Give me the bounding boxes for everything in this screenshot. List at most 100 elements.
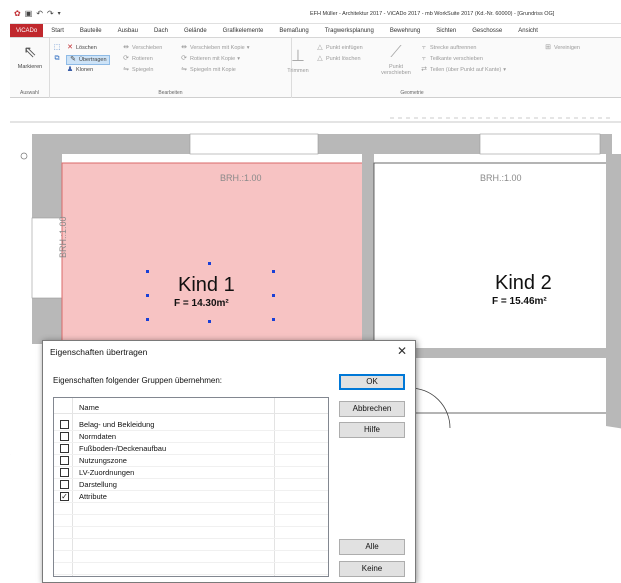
ribbon-tabs: ViCADo Start Bauteile Ausbau Dach Geländ… (10, 24, 621, 38)
wall-interior (362, 154, 374, 354)
ok-button[interactable]: OK (339, 374, 405, 390)
delete-point-icon: △ (317, 55, 323, 62)
checkbox-nutzungszone[interactable] (60, 456, 69, 465)
rotate-copy-icon: ⟳ (181, 55, 187, 62)
verschieben-button[interactable]: ⇹ Verschieben (122, 44, 162, 52)
punkt-einfuegen-button[interactable]: △ Punkt einfügen (316, 44, 362, 52)
rotate-icon: ⟳ (123, 55, 129, 62)
checkbox-darstellung[interactable] (60, 480, 69, 489)
list-item[interactable]: LV-Zuordnungen (54, 467, 328, 479)
screenshot-stage: ✿ ▣ ↶ ↷ ▾ EFH Müller - Architektur 2017 … (0, 0, 621, 583)
ribbon-group-auswahl: ⇖ Markieren Auswahl (10, 38, 50, 98)
merge-icon: ⊞ (545, 44, 551, 51)
mirror-copy-icon: ⇋ (181, 66, 187, 73)
spiegeln-button[interactable]: ⇋ Spiegeln (122, 66, 153, 74)
keine-button[interactable]: Keine (339, 561, 405, 577)
tab-ansicht[interactable]: Ansicht (510, 24, 546, 37)
dialog-title: Eigenschaften übertragen (50, 347, 148, 357)
clone-icon: ♟ (66, 66, 74, 73)
uebertragen-button[interactable]: ✎ Übertragen (66, 55, 110, 65)
dialog-caption: Eigenschaften folgender Gruppen übernehm… (53, 376, 223, 385)
save-icon[interactable]: ▣ (25, 9, 33, 19)
cursor-arrow-icon: ⇖ (23, 44, 37, 61)
divide-icon: ⇄ (421, 66, 427, 73)
list-item-empty (54, 551, 328, 563)
checkbox-attribute[interactable]: ✓ (60, 492, 69, 501)
vereinigen-button[interactable]: ⊞ Vereinigen (544, 44, 580, 52)
insert-point-icon: △ (317, 44, 323, 51)
tab-vicado[interactable]: ViCADo (10, 24, 44, 37)
rotieren-kopie-button[interactable]: ⟳ Rotieren mit Kopie ▾ (180, 55, 240, 63)
verschieben-kopie-button[interactable]: ⇹ Verschieben mit Kopie ▾ (180, 44, 249, 52)
checkbox-lv-zuordnungen[interactable] (60, 468, 69, 477)
loeschen-button[interactable]: ✕ Löschen (66, 44, 97, 52)
list-item[interactable]: Darstellung (54, 479, 328, 491)
window-opening-top-right (479, 133, 601, 155)
spiegeln-kopie-button[interactable]: ⇋ Spiegeln mit Kopie (180, 66, 236, 74)
abbrechen-button[interactable]: Abbrechen (339, 401, 405, 417)
list-item-empty (54, 515, 328, 527)
split-line-icon: ⫟ (421, 44, 427, 51)
tab-bemassung[interactable]: Bemaßung (271, 24, 316, 37)
list-item[interactable]: ✓ Attribute (54, 491, 328, 503)
list-item-empty (54, 527, 328, 539)
select-extra-icon[interactable]: ⬚ (53, 44, 61, 52)
list-item-empty (54, 563, 328, 575)
ribbon: ⇖ Markieren Auswahl ⬚ ⧉ ✕ Löschen ✎ Übertr… (10, 38, 621, 98)
hilfe-button[interactable]: Hilfe (339, 422, 405, 438)
ribbon-group-geometrie: ⊥ Trimmen △ Punkt einfügen △ Punkt löschen… (287, 38, 621, 98)
teilkante-verschieben-button[interactable]: ⫟ Teilkante verschieben (420, 55, 483, 63)
eigenschaften-uebertragen-dialog: Eigenschaften übertragen ✕ Eigenschaften… (42, 340, 416, 583)
brh-label-kind-1-side: BRH.:1.00 (58, 216, 68, 258)
list-item[interactable]: Nutzungszone (54, 455, 328, 467)
tab-sichten[interactable]: Sichten (428, 24, 464, 37)
ribbon-group-bearbeiten: ⬚ ⧉ ✕ Löschen ✎ Übertragen ♟ Klonen ⇹ Versch… (50, 38, 292, 98)
punkt-verschieben-button[interactable]: ⟋ Punkt verschieben (376, 44, 416, 76)
klonen-button[interactable]: ♟ Klonen (66, 66, 93, 74)
tab-grafikelemente[interactable]: Grafikelemente (215, 24, 272, 37)
customize-dropdown-icon[interactable]: ▾ (58, 9, 61, 19)
tab-bewehrung[interactable]: Bewehrung (382, 24, 428, 37)
select-lasso-icon[interactable]: ⧉ (53, 55, 61, 63)
list-header[interactable]: Name (54, 398, 328, 414)
tab-tragwerksplanung[interactable]: Tragwerksplanung (317, 24, 382, 37)
checkbox-fussboden[interactable] (60, 444, 69, 453)
trim-icon: ⊥ (291, 48, 305, 65)
tab-start[interactable]: Start (43, 24, 72, 37)
checkbox-normdaten[interactable] (60, 432, 69, 441)
app-logo-icon: ✿ (14, 9, 21, 18)
punkt-loeschen-button[interactable]: △ Punkt löschen (316, 55, 360, 63)
move-edge-icon: ⫟ (421, 55, 427, 62)
tab-geschosse[interactable]: Geschosse (464, 24, 510, 37)
window-opening-top-left (189, 133, 319, 155)
property-group-list[interactable]: Name Belag- und Bekleidung Normdaten Fuß… (53, 397, 329, 577)
tab-gelaende[interactable]: Gelände (176, 24, 215, 37)
trimmen-button[interactable]: ⊥ Trimmen (282, 48, 314, 74)
room-name-kind-2[interactable]: Kind 2 (495, 272, 552, 295)
markieren-button[interactable]: ⇖ Markieren (12, 44, 48, 70)
room-name-kind-1[interactable]: Kind 1 (178, 274, 235, 297)
strecke-auftrennen-button[interactable]: ⫟ Strecke auftrennen (420, 44, 477, 52)
list-item-empty (54, 503, 328, 515)
redo-icon[interactable]: ↷ (47, 9, 54, 19)
room-area-kind-2[interactable]: F = 15.46m² (492, 296, 547, 307)
teilen-button[interactable]: ⇄ Teilen (über Punkt auf Kante) ▾ (420, 66, 506, 74)
rotieren-button[interactable]: ⟳ Rotieren (122, 55, 153, 63)
tab-dach[interactable]: Dach (146, 24, 176, 37)
alle-button[interactable]: Alle (339, 539, 405, 555)
list-item[interactable]: Normdaten (54, 431, 328, 443)
move-point-icon: ⟋ (390, 44, 402, 61)
list-item[interactable]: Belag- und Bekleidung (54, 419, 328, 431)
tab-ausbau[interactable]: Ausbau (110, 24, 146, 37)
room-area-kind-1[interactable]: F = 14.30m² (174, 298, 229, 309)
list-item-empty (54, 539, 328, 551)
tab-bauteile[interactable]: Bauteile (72, 24, 110, 37)
undo-icon[interactable]: ↶ (36, 9, 43, 19)
checkbox-belag[interactable] (60, 420, 69, 429)
transfer-brush-icon: ✎ (70, 56, 76, 63)
close-icon[interactable]: ✕ (397, 344, 407, 358)
list-item[interactable]: Fußboden-/Deckenaufbau (54, 443, 328, 455)
brh-label-kind-1-top: BRH.:1.00 (220, 173, 262, 183)
quick-access-toolbar: ✿ ▣ ↶ ↷ ▾ (14, 9, 61, 19)
delete-x-icon: ✕ (67, 44, 73, 51)
